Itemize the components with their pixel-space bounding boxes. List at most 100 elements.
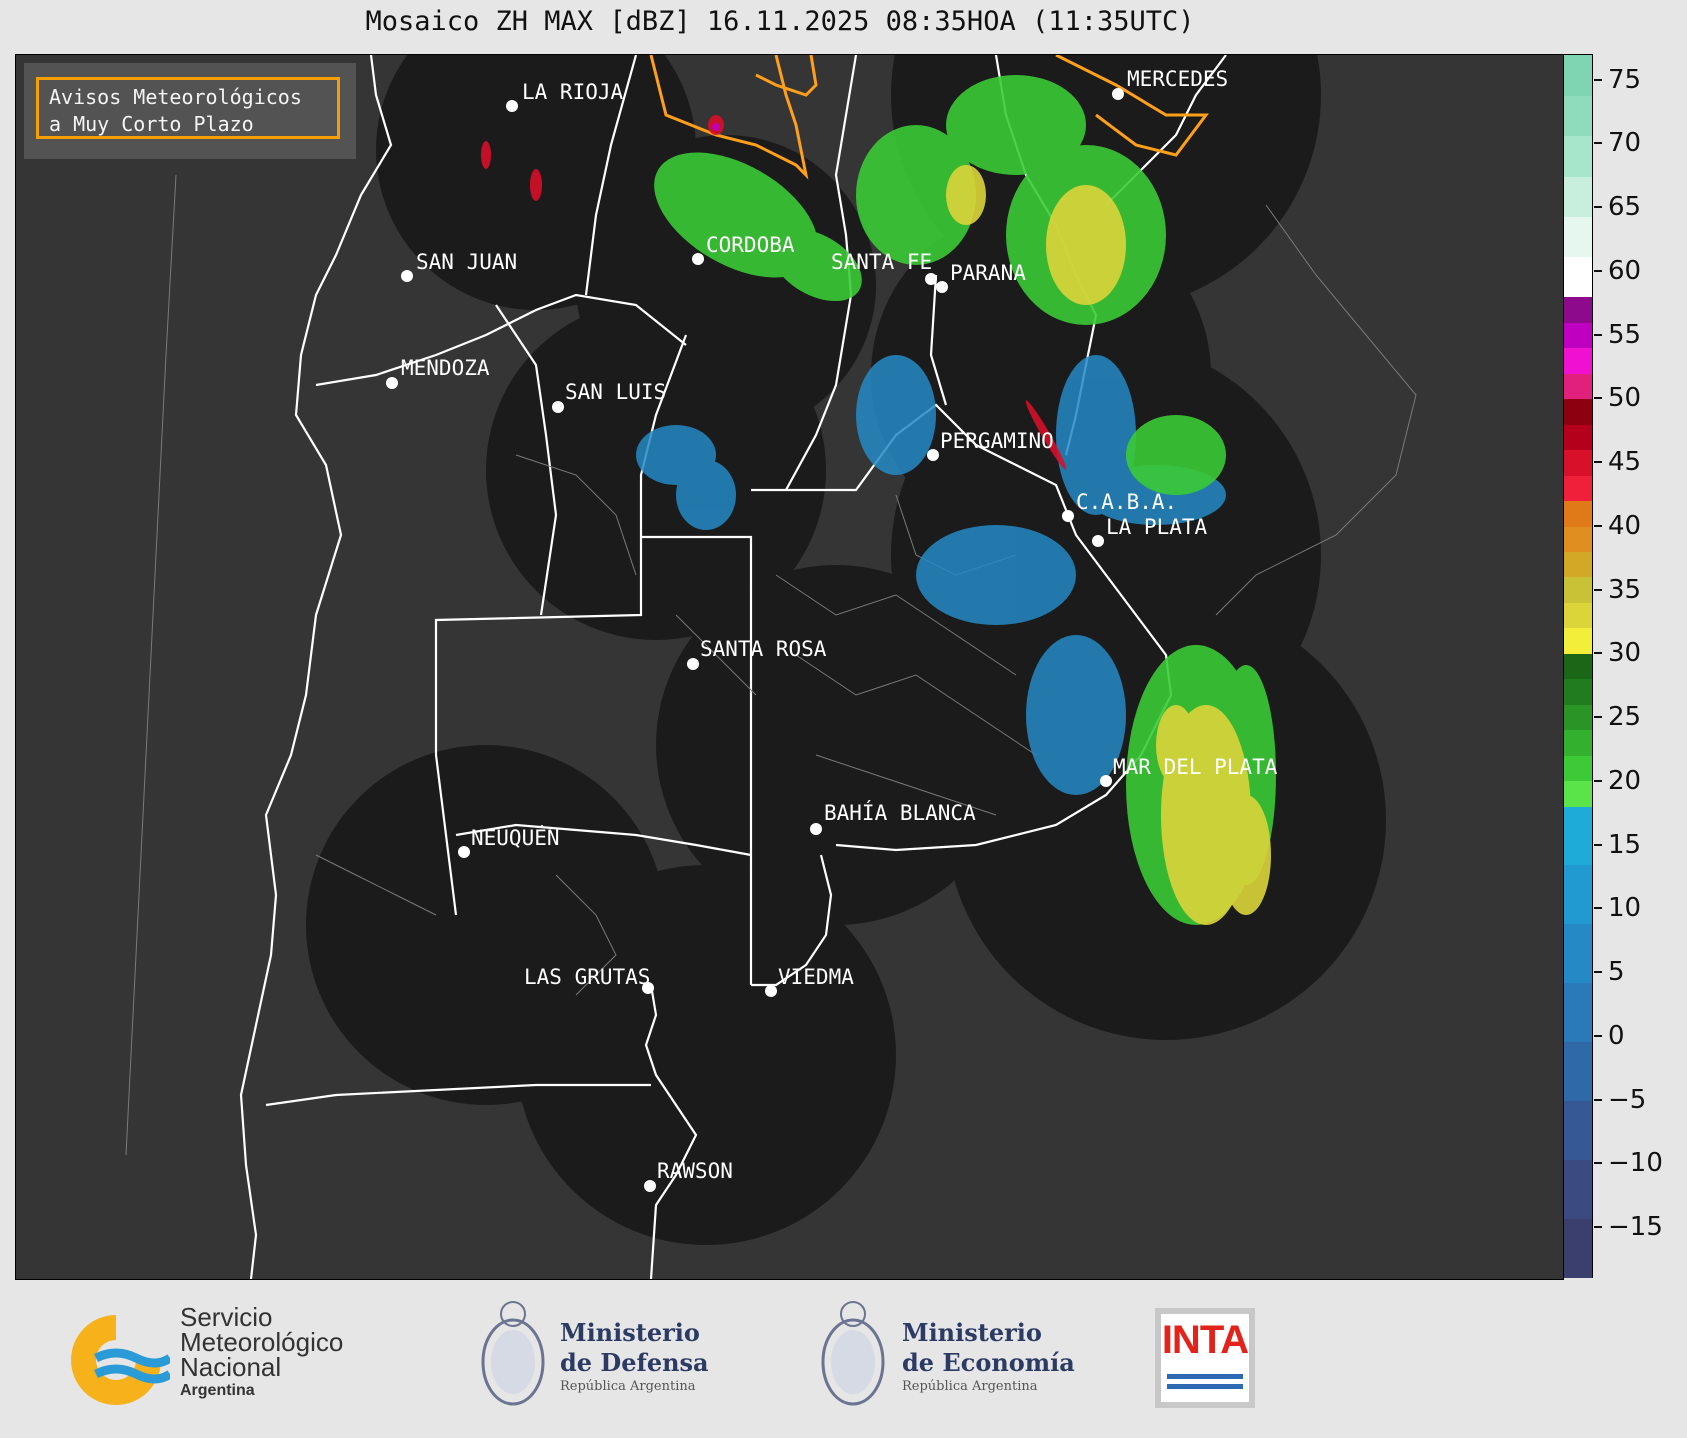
colorbar-segment — [1564, 729, 1592, 756]
city-label: RAWSON — [657, 1159, 733, 1183]
colorbar-segment — [1564, 475, 1592, 502]
argentina-seal-icon — [821, 1301, 885, 1406]
city-label: NEUQUÉN — [471, 825, 560, 850]
colorbar-tick-label: 15 — [1608, 829, 1642, 860]
colorbar-segment — [1564, 1159, 1592, 1219]
colorbar-tick-label: 45 — [1608, 447, 1642, 477]
warnings-line-2: a Muy Corto Plazo — [49, 112, 254, 136]
colorbar-segment — [1564, 1218, 1592, 1278]
city-label: SANTA ROSA — [700, 637, 827, 661]
colorbar-segment — [1564, 216, 1592, 258]
colorbar-segment — [1564, 500, 1592, 527]
city-label: VIEDMA — [778, 965, 854, 989]
colorbar-tick — [1594, 843, 1602, 846]
colorbar-segment — [1564, 576, 1592, 603]
colorbar-tick — [1594, 461, 1602, 463]
colorbar-segment — [1564, 55, 1592, 96]
radar-map[interactable]: LA RIOJA CORDOBA SAN JUAN SANTA FE PARAN… — [15, 54, 1564, 1280]
colorbar-segment — [1564, 982, 1592, 1043]
colorbar-tick-label: 30 — [1608, 638, 1642, 669]
colorbar-segment — [1564, 551, 1592, 578]
footer-logos: Servicio Meteorológico Nacional Argentin… — [0, 1280, 1687, 1438]
defensa-logo-text: Ministerio de Defensa República Argentin… — [560, 1318, 709, 1396]
colorbar-segment — [1564, 525, 1592, 553]
colorbar-segment — [1564, 1100, 1592, 1160]
economia-line-3: República Argentina — [902, 1379, 1038, 1394]
city-mendoza[interactable]: MENDOZA — [386, 356, 490, 389]
colorbar-tick — [1594, 78, 1602, 81]
smn-line-4: Argentina — [180, 1382, 255, 1399]
city-label: LA RIOJA — [522, 80, 624, 104]
inta-logo-text: INTA — [1161, 1318, 1249, 1362]
colorbar-tick — [1594, 971, 1602, 973]
city-label: SAN LUIS — [565, 380, 666, 404]
defensa-line-2: de Defensa — [560, 1348, 709, 1377]
colorbar-segment — [1564, 424, 1592, 451]
colorbar-tick — [1594, 1226, 1602, 1228]
warnings-button[interactable]: Avisos Meteorológicos a Muy Corto Plazo — [24, 63, 356, 159]
colorbar-tick — [1594, 907, 1602, 910]
inta-stripe — [1167, 1384, 1243, 1389]
colorbar-tick — [1594, 1162, 1602, 1165]
colorbar-tick-label: −10 — [1608, 1148, 1663, 1179]
city-label: MENDOZA — [401, 356, 490, 380]
warnings-line-1: Avisos Meteorológicos — [49, 85, 302, 109]
smn-logo-text: Servicio Meteorológico Nacional Argentin… — [180, 1304, 343, 1402]
colorbar-segment — [1564, 864, 1592, 925]
colorbar-tick — [1594, 1034, 1602, 1037]
colorbar-tick-label: 25 — [1608, 702, 1642, 732]
colorbar-tick-label: 35 — [1608, 574, 1642, 605]
colorbar-tick — [1594, 1098, 1602, 1101]
argentina-seal-icon — [481, 1301, 545, 1406]
colorbar-segment — [1564, 175, 1592, 217]
colorbar-tick-label: 5 — [1608, 957, 1625, 987]
city-label: LAS GRUTAS — [524, 965, 650, 989]
colorbar-tick-label: 65 — [1608, 192, 1642, 222]
colorbar-tick — [1594, 333, 1602, 336]
colorbar — [1563, 54, 1593, 1278]
colorbar-segment — [1564, 678, 1592, 705]
colorbar-segment — [1564, 322, 1592, 349]
colorbar-segment — [1564, 923, 1592, 984]
economia-line-2: de Economía — [902, 1348, 1075, 1377]
colorbar-tick — [1594, 269, 1602, 272]
city-label: CORDOBA — [706, 233, 795, 257]
colorbar-segment — [1564, 627, 1592, 654]
city-label: SANTA FE — [831, 250, 932, 274]
colorbar-segment — [1564, 704, 1592, 731]
colorbar-segment — [1564, 95, 1592, 137]
colorbar-tick — [1594, 588, 1602, 591]
colorbar-tick-label: 10 — [1608, 893, 1642, 924]
colorbar-tick-label: −15 — [1608, 1212, 1663, 1242]
smn-line-3: Nacional — [180, 1352, 282, 1382]
inta-logo: INTA — [1155, 1308, 1255, 1408]
city-label: PERGAMINO — [940, 429, 1054, 453]
colorbar-segment — [1564, 780, 1592, 807]
map-canvas: LA RIOJA CORDOBA SAN JUAN SANTA FE PARAN… — [125, 55, 1417, 1279]
colorbar-tick-label: 60 — [1608, 255, 1642, 286]
colorbar-segment — [1564, 653, 1592, 680]
warnings-label[interactable]: Avisos Meteorológicos a Muy Corto Plazo — [36, 77, 340, 139]
colorbar-tick-label: 20 — [1608, 765, 1642, 796]
colorbar-segment — [1564, 449, 1592, 476]
colorbar-segment — [1564, 296, 1592, 323]
colorbar-tick-label: 75 — [1608, 64, 1642, 95]
defensa-line-3: República Argentina — [560, 1379, 696, 1394]
colorbar-tick — [1594, 716, 1602, 718]
colorbar-tick-label: 70 — [1608, 128, 1642, 159]
colorbar-segment — [1564, 755, 1592, 782]
city-label: MAR DEL PLATA — [1113, 755, 1278, 779]
colorbar-tick — [1594, 206, 1602, 208]
colorbar-tick — [1594, 652, 1602, 655]
colorbar-tick — [1594, 142, 1602, 145]
smn-logo-icon — [71, 1315, 170, 1405]
city-label: C.A.B.A. — [1076, 490, 1177, 514]
colorbar-tick-label: 40 — [1608, 510, 1642, 541]
inta-stripe — [1167, 1374, 1243, 1379]
economia-logo-text: Ministerio de Economía República Argenti… — [902, 1318, 1075, 1396]
colorbar-segment — [1564, 1041, 1592, 1101]
city-label: MERCEDES — [1127, 67, 1228, 91]
colorbar-tick-label: 55 — [1608, 319, 1642, 350]
colorbar-segment — [1564, 398, 1592, 425]
defensa-line-1: Ministerio — [560, 1318, 700, 1347]
